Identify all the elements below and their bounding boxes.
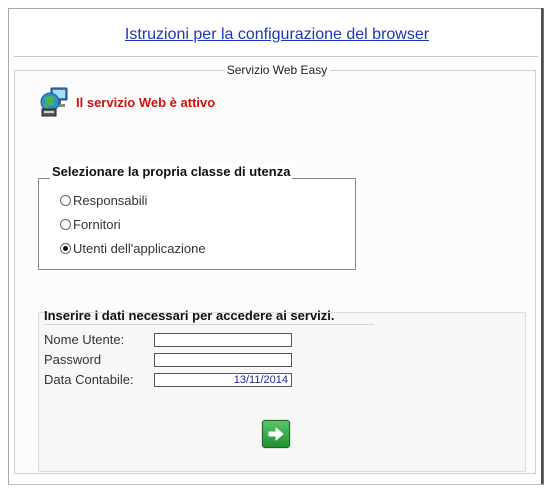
user-class-legend: Selezionare la propria classe di utenza <box>50 164 293 179</box>
accounting-date-field[interactable] <box>154 373 292 387</box>
servizio-web-easy-legend: Servizio Web Easy <box>0 63 554 77</box>
radio-button[interactable] <box>60 243 71 254</box>
radio-label: Responsabili <box>73 193 148 208</box>
password-label: Password <box>44 352 102 367</box>
radio-label: Fornitori <box>73 217 121 232</box>
radio-utenti-applicazione[interactable]: Utenti dell'applicazione <box>60 241 206 256</box>
login-legend-divider <box>44 324 374 325</box>
login-legend: Inserire i dati necessari per accedere a… <box>44 308 335 323</box>
radio-label: Utenti dell'applicazione <box>73 241 206 256</box>
window-edge <box>541 8 543 484</box>
date-label: Data Contabile: <box>44 372 134 387</box>
password-field[interactable] <box>154 353 292 367</box>
arrow-right-icon <box>268 427 284 441</box>
browser-config-instructions-link[interactable]: Istruzioni per la configurazione del bro… <box>0 26 554 44</box>
network-computer-icon <box>40 86 70 118</box>
radio-button[interactable] <box>60 219 71 230</box>
username-label: Nome Utente: <box>44 332 125 347</box>
header-divider <box>14 56 538 57</box>
service-status-text: Il servizio Web è attivo <box>76 94 216 110</box>
username-field[interactable] <box>154 333 292 347</box>
service-status: Il servizio Web è attivo <box>40 86 215 118</box>
radio-button[interactable] <box>60 195 71 206</box>
radio-fornitori[interactable]: Fornitori <box>60 217 121 232</box>
radio-responsabili[interactable]: Responsabili <box>60 193 147 208</box>
submit-button[interactable] <box>262 420 290 448</box>
